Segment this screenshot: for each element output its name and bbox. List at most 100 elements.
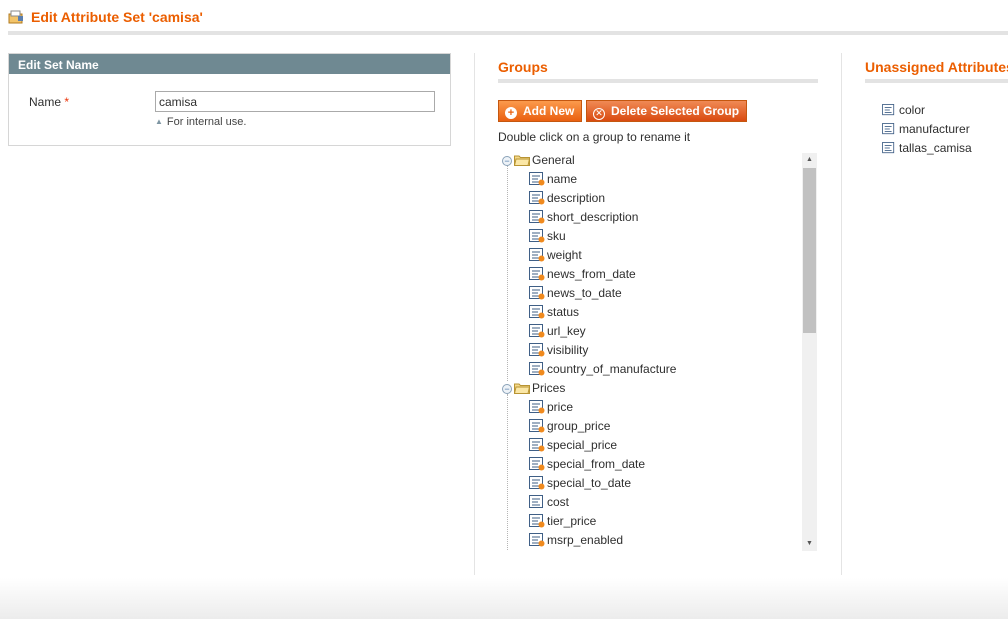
attribute-icon <box>529 305 545 319</box>
attribute-icon <box>529 191 545 205</box>
folder-icon <box>514 383 530 394</box>
tree-attribute-item[interactable]: special_price <box>529 436 617 455</box>
tree-attribute-item[interactable]: special_to_date <box>529 474 631 493</box>
tree-attribute-label: url_key <box>547 324 586 338</box>
tree-attribute-label: short_description <box>547 210 639 224</box>
tree-group-label: Prices <box>532 381 566 395</box>
tree-attribute-item[interactable]: news_to_date <box>529 284 622 303</box>
collapse-icon[interactable]: − <box>502 156 512 166</box>
tree-attribute-item[interactable]: url_key <box>529 322 586 341</box>
unassigned-attribute-label: manufacturer <box>899 122 970 136</box>
tree-attribute-label: special_from_date <box>547 457 646 471</box>
internal-use-note: ▲ For internal use. <box>155 116 246 128</box>
tree-attribute-label: special_to_date <box>547 476 632 490</box>
tree-attribute-item[interactable]: price <box>529 398 573 417</box>
tree-attribute-item[interactable]: weight <box>529 246 582 265</box>
attribute-icon <box>529 248 545 262</box>
tree-attribute-item[interactable]: sku <box>529 227 566 246</box>
set-name-input[interactable] <box>155 91 435 112</box>
rename-hint: Double click on a group to rename it <box>498 130 691 144</box>
plus-icon: + <box>505 107 517 119</box>
attribute-icon <box>882 104 895 116</box>
name-label: Name * <box>29 95 69 109</box>
note-triangle-icon: ▲ <box>155 117 163 126</box>
unassigned-rule <box>865 79 1008 83</box>
tree-attribute-label: news_from_date <box>547 267 636 281</box>
unassigned-attribute-label: color <box>899 103 926 117</box>
attribute-icon <box>529 267 545 281</box>
tree-attribute-label: special_price <box>547 438 618 452</box>
attribute-icon <box>529 343 545 357</box>
unassigned-attribute-item[interactable]: manufacturer <box>882 120 1008 139</box>
unassigned-title: Unassigned Attributes <box>865 59 1008 75</box>
tree-attribute-label: news_to_date <box>547 286 622 300</box>
tree-attribute-label: description <box>547 191 606 205</box>
collapse-icon[interactable]: − <box>502 384 512 394</box>
tree-attribute-item[interactable]: news_from_date <box>529 265 636 284</box>
attribute-icon <box>529 286 545 300</box>
tree-group-prices[interactable]: − Prices <box>502 379 565 398</box>
groups-rule <box>498 79 818 83</box>
column-separator <box>841 53 842 575</box>
tree-attribute-label: visibility <box>547 343 589 357</box>
attribute-icon <box>529 400 545 414</box>
attribute-icon <box>529 324 545 338</box>
attribute-icon <box>882 142 895 154</box>
tree-guide-line <box>507 166 508 381</box>
unassigned-attribute-item[interactable]: color <box>882 101 1008 120</box>
attribute-icon <box>529 210 545 224</box>
tree-attribute-label: price <box>547 400 574 414</box>
scroll-down-arrow-icon[interactable]: ▼ <box>802 537 817 551</box>
tree-attribute-item[interactable]: visibility <box>529 341 588 360</box>
unassigned-list: color manufacturer tallas_camisa <box>882 101 1008 158</box>
attribute-icon <box>529 229 545 243</box>
groups-title: Groups <box>498 59 548 75</box>
tree-attribute-label: msrp_enabled <box>547 533 624 547</box>
tree-attribute-label: status <box>547 305 580 319</box>
tree-attribute-item[interactable]: short_description <box>529 208 638 227</box>
tree-attribute-item[interactable]: special_from_date <box>529 455 645 474</box>
tree-attribute-item[interactable]: status <box>529 303 579 322</box>
attribute-icon <box>529 495 543 508</box>
header-rule <box>8 31 1008 35</box>
tree-attribute-item[interactable]: tier_price <box>529 512 596 531</box>
tree-attribute-item[interactable]: description <box>529 189 605 208</box>
tree-attribute-item[interactable]: cost <box>529 493 569 512</box>
attribute-icon <box>529 362 545 376</box>
column-separator <box>474 53 475 575</box>
note-text: For internal use. <box>166 116 247 128</box>
edit-set-name-heading: Edit Set Name <box>9 54 450 74</box>
scroll-up-arrow-icon[interactable]: ▲ <box>802 153 817 167</box>
tree-group-general[interactable]: − General <box>502 151 575 170</box>
scrollbar-thumb[interactable] <box>803 168 816 333</box>
attribute-icon <box>529 533 545 547</box>
tree-attribute-label: sku <box>547 229 566 243</box>
tree-attribute-item[interactable]: group_price <box>529 417 610 436</box>
delete-group-label: Delete Selected Group <box>611 104 740 118</box>
tree-group-label: General <box>532 153 575 167</box>
attribute-icon <box>529 476 545 490</box>
tree-attribute-label: name <box>547 172 578 186</box>
tree-attribute-label: weight <box>547 248 582 262</box>
edit-set-name-box: Edit Set Name Name * ▲For internal use. <box>8 53 451 146</box>
unassigned-attribute-label: tallas_camisa <box>899 141 972 155</box>
tree-attribute-item[interactable]: name <box>529 170 577 189</box>
delete-selected-group-button[interactable]: ✕ Delete Selected Group <box>586 100 748 122</box>
page-footer <box>0 578 1008 619</box>
tree-attribute-item[interactable]: msrp_enabled <box>529 531 623 550</box>
tree-attribute-label: country_of_manufacture <box>547 362 677 376</box>
required-mark: * <box>64 95 70 109</box>
tree-attribute-label: cost <box>547 495 570 509</box>
delete-icon: ✕ <box>593 108 605 120</box>
attribute-set-icon <box>8 10 23 24</box>
tree-attribute-item[interactable]: country_of_manufacture <box>529 360 676 379</box>
attribute-icon <box>529 438 545 452</box>
page-title: Edit Attribute Set 'camisa' <box>31 9 203 25</box>
attribute-icon <box>882 123 895 135</box>
unassigned-attribute-item[interactable]: tallas_camisa <box>882 139 1008 158</box>
attribute-icon <box>529 514 545 528</box>
tree-attribute-label: group_price <box>547 419 611 433</box>
groups-tree: − General name description short_description… <box>498 151 818 551</box>
tree-guide-line <box>507 394 508 551</box>
add-new-button[interactable]: + Add New <box>498 100 583 122</box>
